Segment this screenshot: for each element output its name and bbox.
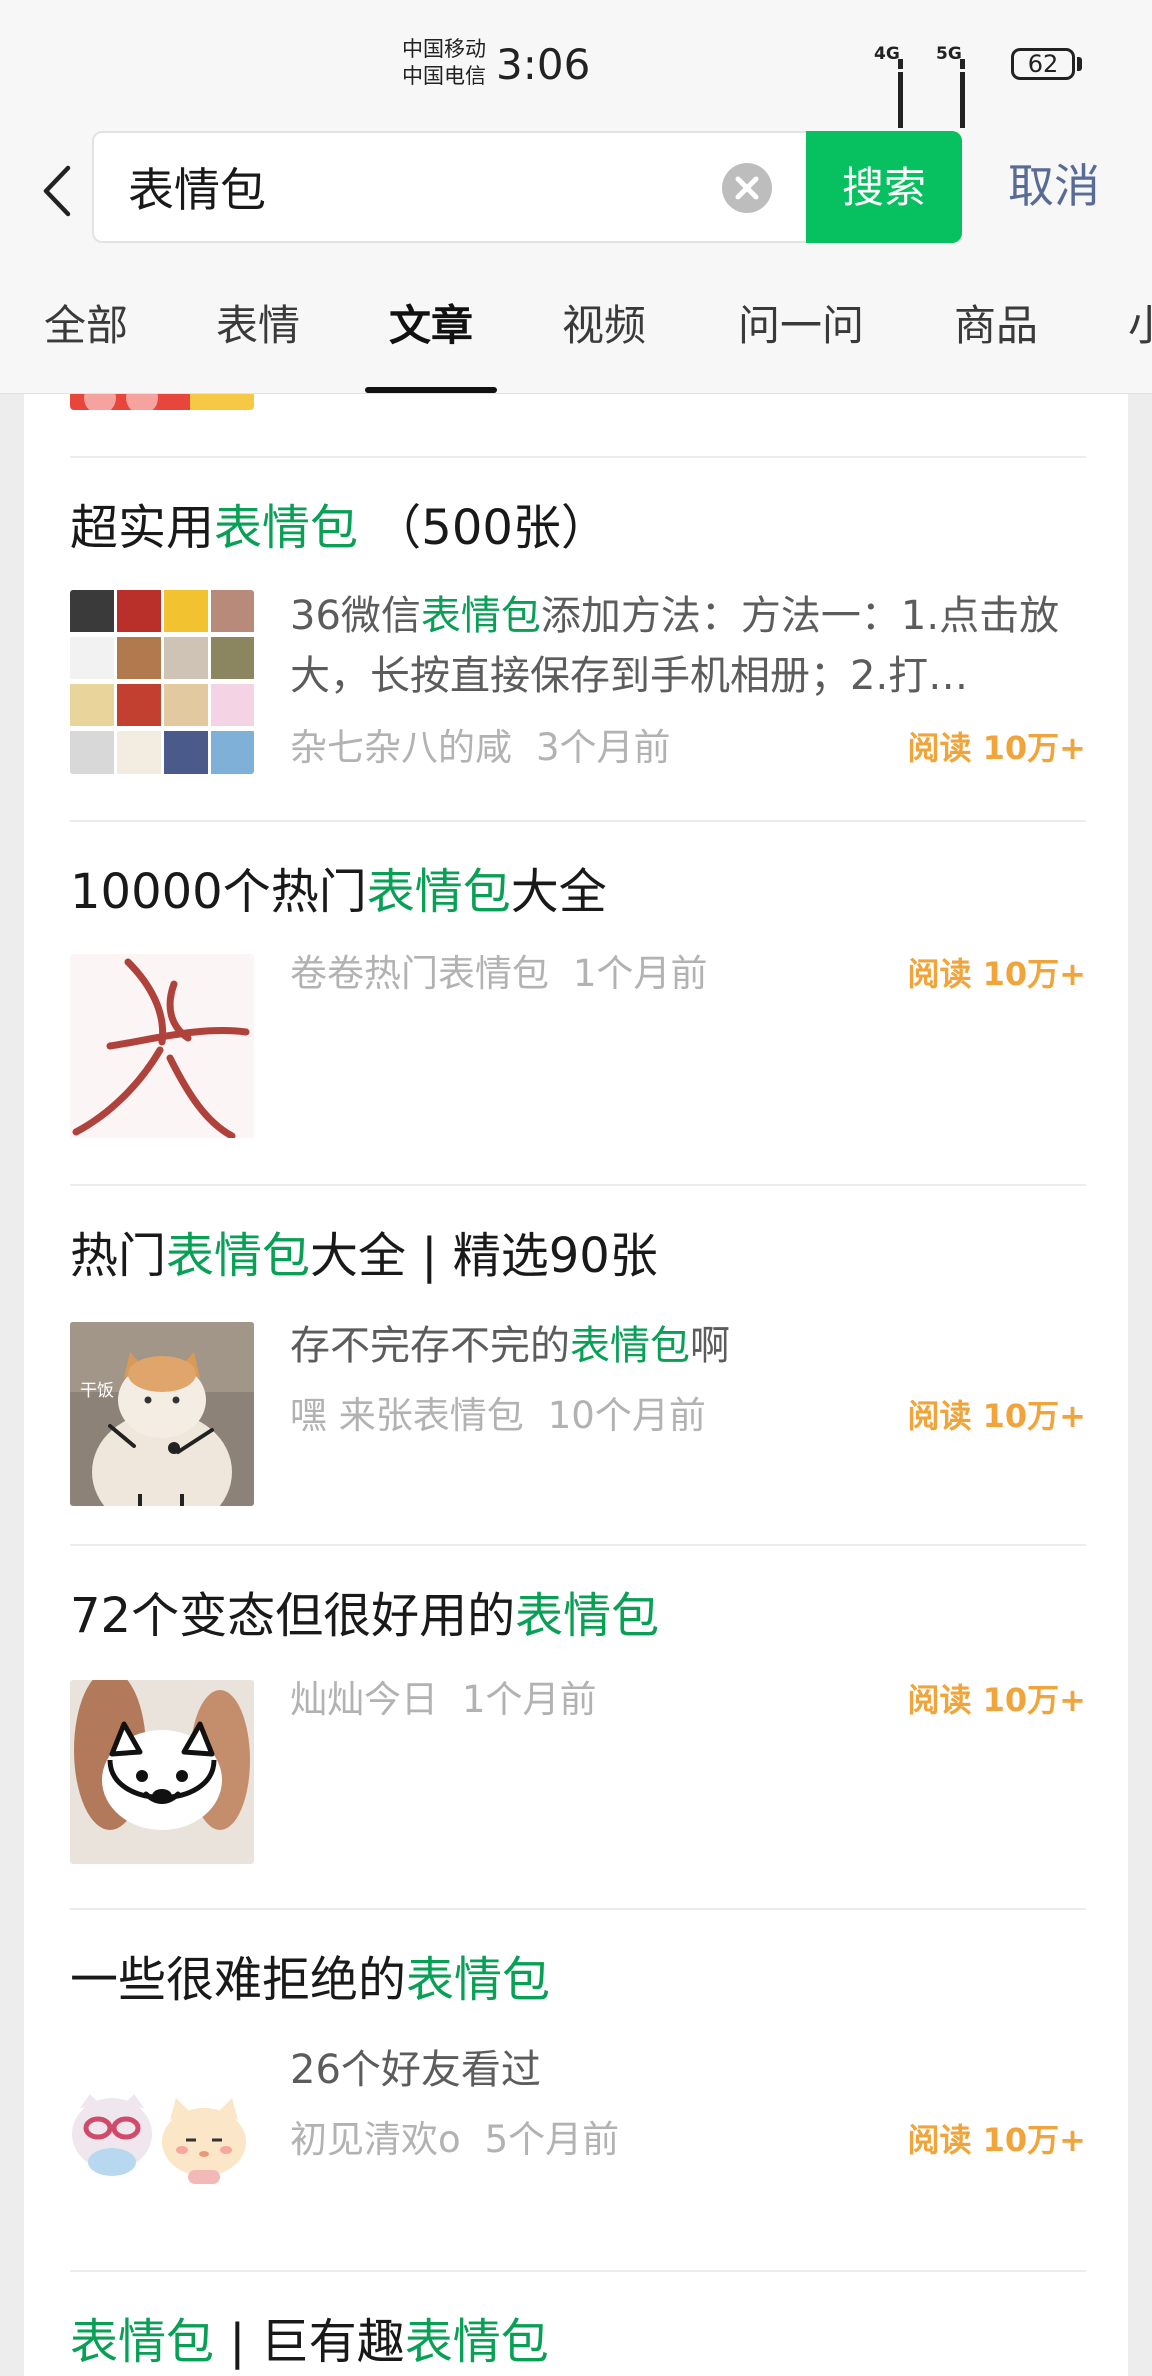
result-title[interactable]: 表情包 | 巨有趣表情包 [70,2312,549,2372]
tab-products[interactable]: 商品 [954,300,1038,352]
divider [70,820,1086,822]
result-meta: 初见清欢o 5个月前 [290,2116,619,2164]
result-meta: 杂七杂八的咸 3个月前 [290,724,671,772]
clear-icon[interactable] [722,163,772,213]
result-thumbnail[interactable] [70,590,254,774]
result-time: 1个月前 [573,952,708,995]
carrier-2: 中国电信 [402,64,486,88]
result-time: 10个月前 [547,1394,706,1437]
tab-more[interactable]: 小 [1128,300,1152,352]
result-title[interactable]: 72个变态但很好用的表情包 [70,1586,659,1646]
result-read-count: 阅读 10万+ [907,955,1087,993]
result-read-count: 阅读 10万+ [907,2121,1087,2159]
search-input[interactable] [128,159,728,215]
tab-emoji[interactable]: 表情 [216,300,300,352]
result-source[interactable]: 卷卷热门表情包 [290,952,549,995]
carrier-names: 中国移动 中国电信 [402,36,486,90]
result-source[interactable]: 灿灿今日 [290,1678,438,1721]
battery-icon: 62 [1011,48,1075,80]
result-time: 1个月前 [462,1678,597,1721]
result-thumbnail[interactable] [70,954,254,1138]
result-read-count: 阅读 10万+ [907,1681,1087,1719]
category-tabs: 全部 表情 文章 视频 问一问 商品 小 [0,258,1152,394]
result-meta: 卷卷热门表情包 1个月前 [290,950,708,998]
result-time: 3个月前 [536,726,671,769]
thumbnail-caption: 干饭 [80,1381,114,1401]
result-title[interactable]: 10000个热门表情包大全 [70,862,607,922]
tab-videos[interactable]: 视频 [562,300,646,352]
result-title[interactable]: 热门表情包大全 | 精选90张 [70,1226,658,1286]
result-source[interactable]: 嘿 来张表情包 [290,1394,524,1437]
status-bar: 中国移动 中国电信 3:06 4G 5G 62 [0,0,1152,138]
result-meta: 嘿 来张表情包 10个月前 [290,1392,706,1440]
result-source[interactable]: 杂七杂八的咸 [290,726,512,769]
battery-tip-icon [1077,57,1082,71]
divider [70,456,1086,458]
results-list: 超实用表情包 （500张） 36微信表情包添加方法：方法一：1.点击放大，长按直… [24,394,1128,2376]
result-snippet: 存不完存不完的表情包啊 [290,1323,730,1369]
cancel-button[interactable]: 取消 [1008,158,1100,214]
result-thumbnail[interactable]: 干饭 [70,1322,254,1506]
divider [70,1544,1086,1546]
result-thumbnail[interactable] [70,1680,254,1864]
result-title[interactable]: 一些很难拒绝的表情包 [70,1950,550,2010]
divider [70,2270,1086,2272]
tab-articles[interactable]: 文章 [389,300,473,352]
result-meta: 灿灿今日 1个月前 [290,1676,597,1724]
active-tab-indicator [365,387,497,393]
carrier-1: 中国移动 [402,37,486,61]
search-button[interactable]: 搜索 [806,131,962,243]
result-snippet: 36微信表情包添加方法：方法一：1.点击放大，长按直接保存到手机相册；2.打… [290,593,1060,699]
tab-ask[interactable]: 问一问 [738,300,864,352]
previous-item-thumbnail [70,394,254,410]
net-4g-label: 4G [874,44,900,64]
result-title[interactable]: 超实用表情包 （500张） [70,498,609,558]
divider [70,1184,1086,1186]
battery-level: 62 [1027,50,1059,78]
net-5g-label: 5G [936,44,962,64]
divider [70,1908,1086,1910]
result-read-count: 阅读 10万+ [907,729,1087,767]
page-edge [1128,394,1152,2376]
result-source[interactable]: 初见清欢o [290,2118,461,2161]
result-thumbnail[interactable] [70,2044,254,2228]
tab-all[interactable]: 全部 [44,300,128,352]
result-snippet: 26个好友看过 [290,2047,541,2093]
result-read-count: 阅读 10万+ [907,1397,1087,1435]
result-time: 5个月前 [484,2118,620,2161]
status-time: 3:06 [496,40,591,89]
search-bar: 搜索 取消 [0,128,1152,258]
back-arrow-icon[interactable] [34,164,82,218]
